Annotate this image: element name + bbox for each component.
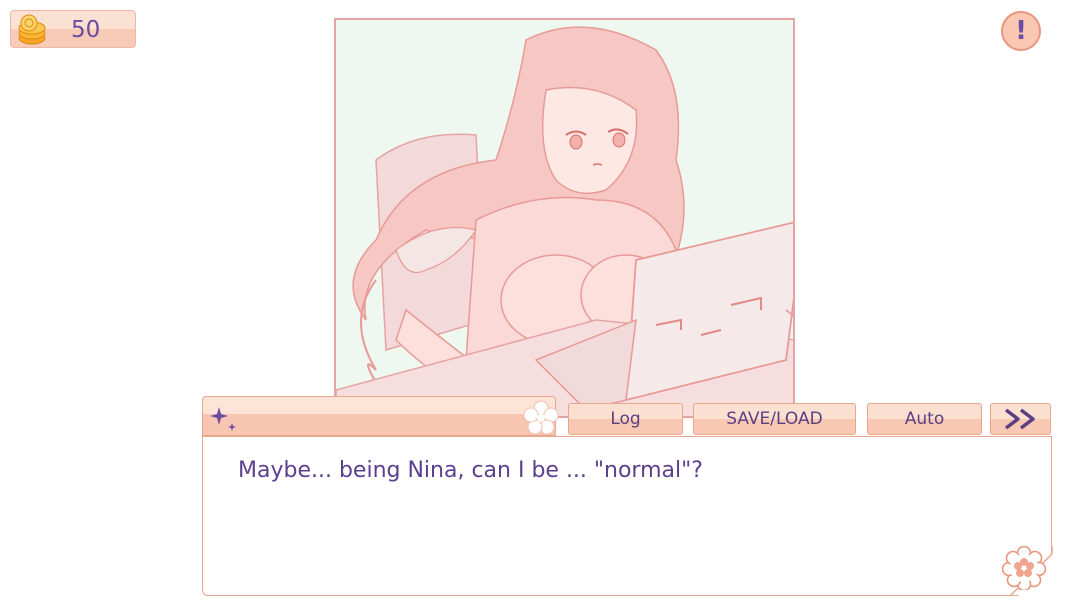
log-button[interactable]: Log	[568, 403, 683, 435]
auto-button[interactable]: Auto	[867, 403, 982, 435]
character-illustration	[334, 18, 795, 418]
fast-forward-icon	[1004, 408, 1035, 430]
dialogue-text: Maybe... being Nina, can I be ... "norma…	[238, 458, 703, 483]
sparkle-icon	[210, 407, 236, 431]
alert-button[interactable]: !	[1001, 11, 1041, 51]
name-plate	[202, 396, 559, 436]
settings-flower-icon[interactable]	[1002, 546, 1046, 590]
exclamation-icon: !	[1015, 16, 1027, 46]
coin-count: 50	[71, 17, 101, 43]
flower-icon	[523, 400, 559, 435]
skip-button[interactable]	[990, 403, 1051, 435]
save-load-button[interactable]: SAVE/LOAD	[693, 403, 856, 435]
coin-stack-icon	[18, 14, 46, 45]
coin-counter: 50	[10, 10, 136, 48]
